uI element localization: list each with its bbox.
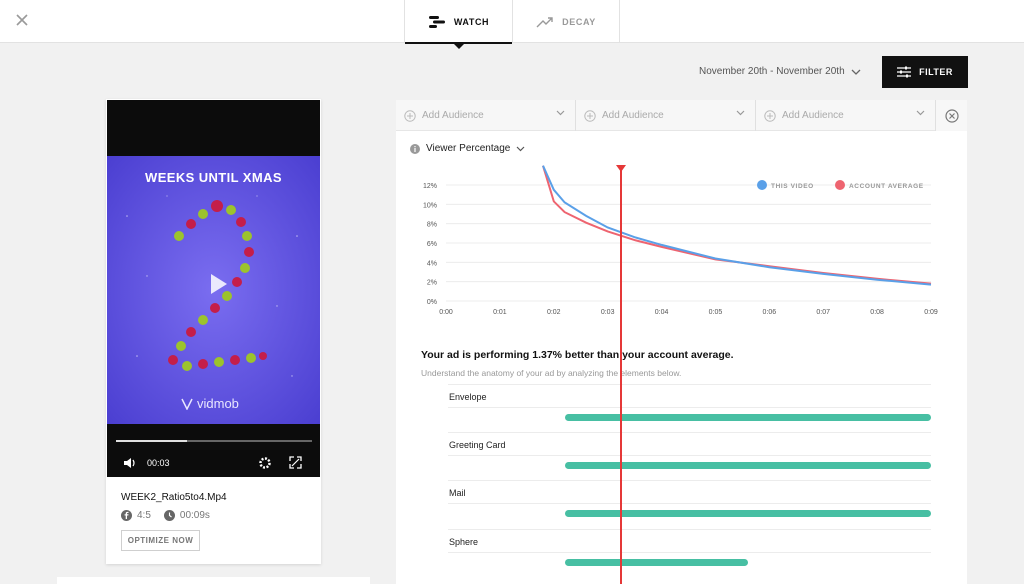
playhead-marker[interactable] <box>616 165 626 172</box>
video-progress-bar[interactable] <box>116 440 312 442</box>
sliders-icon <box>897 66 912 78</box>
clear-audiences-button[interactable] <box>936 100 967 131</box>
vidmob-logo-icon <box>181 398 193 410</box>
x-tick-label: 0:07 <box>816 309 830 316</box>
settings-gear-icon[interactable] <box>258 456 272 470</box>
legend-swatch <box>835 180 845 190</box>
tab-watch-label: WATCH <box>453 16 490 27</box>
y-tick-label: 10% <box>423 202 437 209</box>
performance-summary: Your ad is performing 1.37% better than … <box>421 349 734 361</box>
x-tick-label: 0:01 <box>493 309 507 316</box>
filter-button[interactable]: FILTER <box>882 56 968 88</box>
x-tick-label: 0:02 <box>547 309 561 316</box>
x-tick-label: 0:05 <box>709 309 723 316</box>
row-divider <box>448 384 931 385</box>
tab-decay[interactable]: DECAY <box>512 0 620 43</box>
row-divider <box>448 503 931 504</box>
active-tab-caret <box>453 44 464 49</box>
metric-label: Viewer Percentage <box>426 143 511 154</box>
element-label: Greeting Card <box>449 440 506 450</box>
video-file-name: WEEK2_Ratio5to4.Mp4 <box>121 492 227 503</box>
x-tick-label: 0:00 <box>439 309 453 316</box>
legend-label: THIS VIDEO <box>771 183 814 190</box>
x-tick-label: 0:03 <box>601 309 615 316</box>
video-card: WEEKS UNTIL XMAS vidmob 00:03 WEEK2_Rati… <box>106 99 321 564</box>
element-label: Sphere <box>449 537 479 547</box>
element-label: Envelope <box>449 392 487 402</box>
x-tick-label: 0:09 <box>924 309 938 316</box>
y-tick-label: 4% <box>427 260 437 267</box>
plus-circle-icon <box>404 109 416 122</box>
secondary-card <box>57 577 370 584</box>
optimize-now-button[interactable]: OPTIMIZE NOW <box>121 530 200 551</box>
row-divider <box>448 529 931 530</box>
element-row: Sphere <box>448 529 931 584</box>
video-meta: 4:5 00:09s <box>121 510 210 521</box>
row-divider <box>448 552 931 553</box>
volume-icon[interactable] <box>123 457 137 469</box>
video-overlay-title: WEEKS UNTIL XMAS <box>145 170 282 185</box>
watch-icon <box>428 15 445 28</box>
date-range-picker[interactable]: November 20th - November 20th <box>699 66 861 77</box>
legend-swatch <box>757 180 767 190</box>
row-divider <box>448 480 931 481</box>
metric-selector[interactable]: Viewer Percentage <box>410 143 525 154</box>
plus-circle-icon <box>584 109 596 122</box>
video-player[interactable]: WEEKS UNTIL XMAS vidmob 00:03 <box>107 100 320 477</box>
current-time: 00:03 <box>147 458 170 468</box>
top-bar: WATCH DECAY <box>0 0 1024 49</box>
fullscreen-icon[interactable] <box>289 456 302 469</box>
tab-decay-label: DECAY <box>562 16 596 27</box>
aspect-ratio: 4:5 <box>137 510 151 521</box>
audience-selector-row: Add Audience Add Audience Add Audience <box>396 100 967 131</box>
tab-watch[interactable]: WATCH <box>404 0 512 49</box>
chevron-down-icon <box>736 110 745 116</box>
row-divider <box>448 407 931 408</box>
playhead-line[interactable] <box>620 170 622 584</box>
element-presence-bar <box>564 559 748 566</box>
video-progress-fill <box>116 440 187 442</box>
info-icon <box>410 143 420 154</box>
date-range-label: November 20th - November 20th <box>699 66 845 77</box>
clock-icon <box>163 510 175 521</box>
performance-subtitle: Understand the anatomy of your ad by ana… <box>421 368 682 378</box>
row-divider <box>448 432 931 433</box>
chevron-down-icon <box>556 110 565 116</box>
add-audience-3[interactable]: Add Audience <box>756 100 936 131</box>
filter-label: FILTER <box>919 67 953 77</box>
x-tick-label: 0:06 <box>763 309 777 316</box>
add-audience-label: Add Audience <box>422 110 484 121</box>
brand-logo: vidmob <box>181 396 239 411</box>
y-tick-label: 6% <box>427 241 437 248</box>
plus-circle-icon <box>764 109 776 122</box>
video-thumbnail <box>107 156 320 424</box>
x-tick-label: 0:04 <box>655 309 669 316</box>
row-divider <box>448 455 931 456</box>
brand-text: vidmob <box>197 396 239 411</box>
y-tick-label: 12% <box>423 183 437 190</box>
facebook-icon <box>121 510 132 521</box>
y-tick-label: 2% <box>427 280 437 287</box>
chevron-down-icon <box>916 110 925 116</box>
add-audience-label: Add Audience <box>782 110 844 121</box>
chevron-down-icon <box>851 69 861 75</box>
add-audience-1[interactable]: Add Audience <box>396 100 576 131</box>
add-audience-label: Add Audience <box>602 110 664 121</box>
trend-up-icon <box>536 16 553 27</box>
viewer-percentage-chart: 0% 2% 4% 6% 8% 10% 12% 0:00 0:01 0:02 0:03 0:04 0:05… <box>423 165 938 316</box>
add-audience-2[interactable]: Add Audience <box>576 100 756 131</box>
y-tick-label: 8% <box>427 222 437 229</box>
close-icon[interactable] <box>14 12 30 28</box>
chevron-down-icon <box>516 146 525 151</box>
close-circle-icon <box>944 108 959 123</box>
legend-label: ACCOUNT AVERAGE <box>849 183 924 190</box>
y-tick-label: 0% <box>427 299 437 306</box>
x-tick-label: 0:08 <box>870 309 884 316</box>
element-label: Mail <box>449 488 466 498</box>
video-duration: 00:09s <box>179 510 210 521</box>
